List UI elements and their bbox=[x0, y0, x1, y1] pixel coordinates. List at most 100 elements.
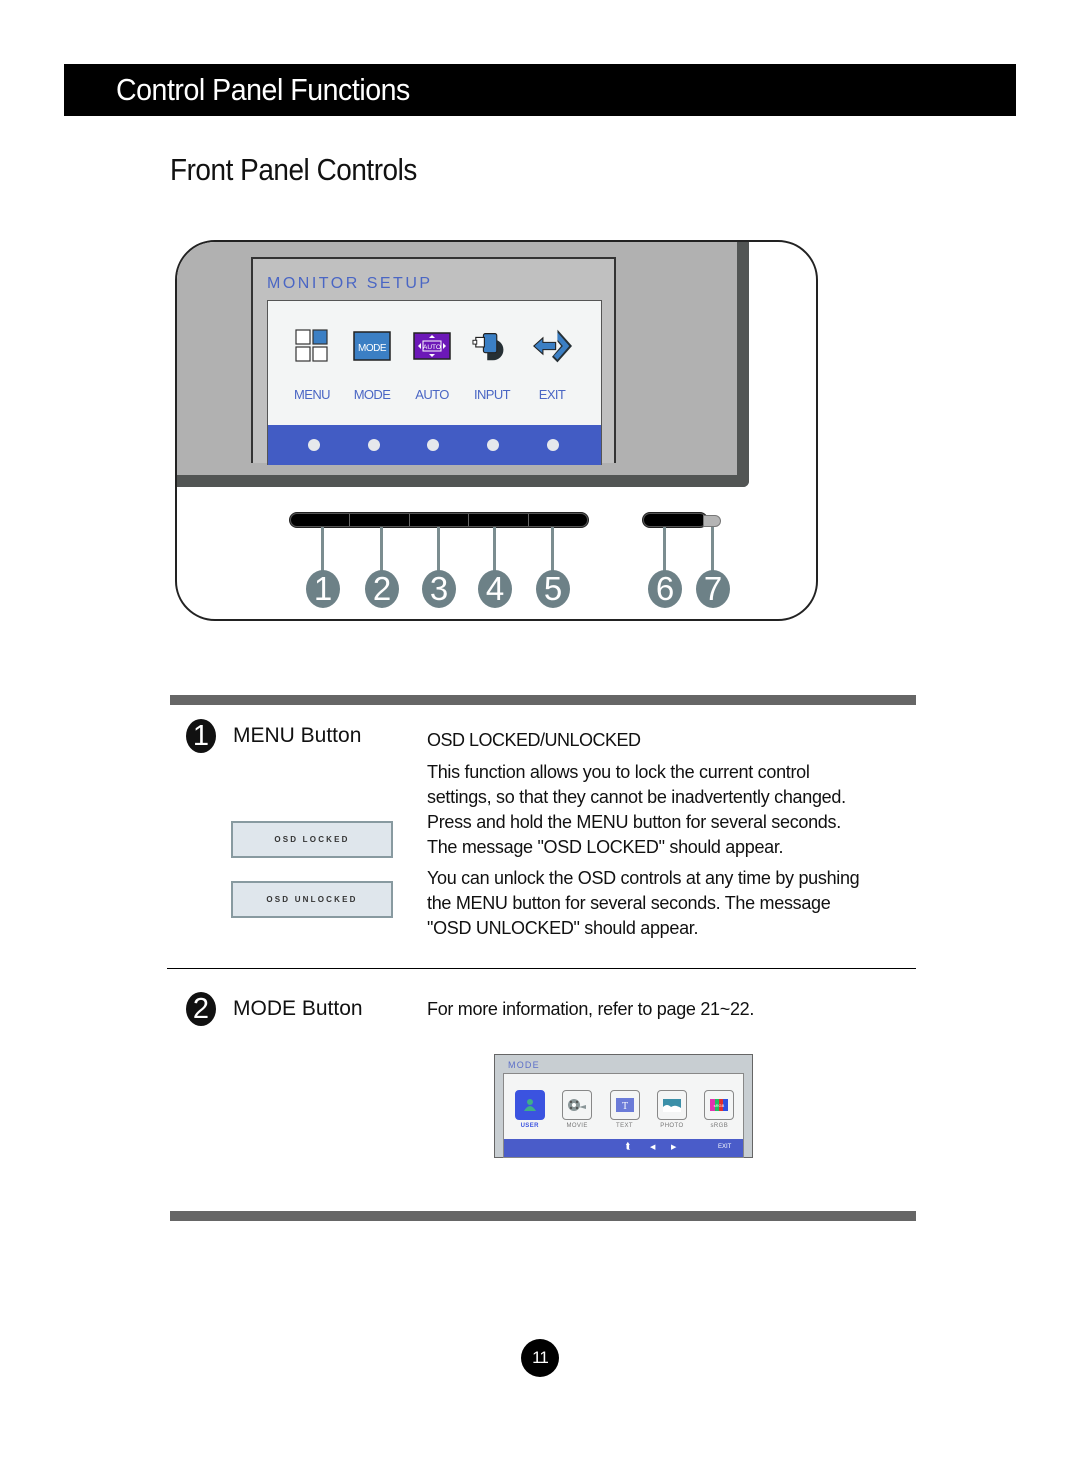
monitor-bezel: MONITOR SETUP MENU MODE MODE AUTO AUTO I… bbox=[177, 242, 749, 487]
number-badge: 1 bbox=[186, 719, 216, 753]
callout-line bbox=[551, 527, 554, 575]
mode-label: TEXT bbox=[616, 1123, 633, 1129]
osd-item-mode: MODE MODE bbox=[342, 329, 402, 402]
movie-reel-icon bbox=[562, 1090, 593, 1120]
indicator-dot bbox=[308, 439, 320, 451]
svg-text:sRGB: sRGB bbox=[714, 1103, 725, 1108]
mode-osd-title: MODE bbox=[508, 1060, 540, 1070]
callout-number-4: 4 bbox=[478, 570, 512, 608]
user-icon bbox=[514, 1090, 545, 1120]
mode-osd-bar: ⮬ ◀ ▶ EXIT bbox=[504, 1139, 743, 1157]
description-line: "OSD UNLOCKED" should appear. bbox=[427, 918, 699, 938]
indicator-dot bbox=[427, 439, 439, 451]
description-line: Press and hold the MENU button for sever… bbox=[427, 812, 841, 832]
input-connector-icon bbox=[472, 329, 512, 363]
osd-panel: MENU MODE MODE AUTO AUTO INPUT EXIT bbox=[267, 300, 602, 465]
monitor-setup-osd: MONITOR SETUP MENU MODE MODE AUTO AUTO I… bbox=[251, 257, 616, 465]
exit-arrow-icon bbox=[532, 329, 572, 363]
mode-label: MOVIE bbox=[566, 1123, 588, 1129]
mode-button-description: For more information, refer to page 21~2… bbox=[427, 999, 755, 1019]
mode-label: sRGB bbox=[710, 1123, 729, 1129]
front-button-3[interactable] bbox=[410, 514, 470, 526]
mode-label: USER bbox=[520, 1123, 539, 1129]
indicator-dot bbox=[487, 439, 499, 451]
item-divider bbox=[167, 968, 916, 969]
callout-line bbox=[380, 527, 383, 575]
left-arrow-icon: ◀ bbox=[650, 1144, 656, 1151]
mode-osd-screenshot: MODE USER MOVIE T TEXT PHOTO sRGB sRGB ⮬… bbox=[494, 1054, 753, 1158]
description-line: This function allows you to lock the cur… bbox=[427, 762, 810, 782]
description-line: The message "OSD LOCKED" should appear. bbox=[427, 837, 784, 857]
osd-label: EXIT bbox=[538, 387, 566, 402]
callout-number-5: 5 bbox=[536, 570, 570, 608]
power-button[interactable] bbox=[643, 513, 707, 527]
indicator-dot bbox=[368, 439, 380, 451]
description-line: the MENU button for several seconds. The… bbox=[427, 893, 831, 913]
photo-icon bbox=[656, 1090, 687, 1120]
page-number: 11 bbox=[521, 1339, 559, 1377]
auto-icon: AUTO bbox=[412, 329, 452, 363]
osd-title: MONITOR SETUP bbox=[267, 275, 433, 292]
osd-label: INPUT bbox=[473, 387, 511, 402]
callout-number-2: 2 bbox=[365, 570, 399, 608]
svg-text:AUTO: AUTO bbox=[423, 344, 441, 351]
osd-lock-heading: OSD LOCKED/UNLOCKED bbox=[427, 730, 641, 750]
callout-line bbox=[321, 527, 324, 575]
mode-item-movie: MOVIE bbox=[553, 1090, 600, 1129]
callout-line bbox=[437, 527, 440, 575]
menu-button-label: MENU Button bbox=[233, 724, 362, 747]
srgb-icon: sRGB bbox=[704, 1090, 735, 1120]
callout-line bbox=[663, 527, 666, 575]
osd-item-exit: EXIT bbox=[522, 329, 582, 402]
section-divider bbox=[170, 695, 916, 705]
mode-button-label: MODE Button bbox=[233, 997, 363, 1020]
menu-grid-icon bbox=[292, 329, 332, 363]
osd-button-indicator-bar bbox=[268, 425, 601, 465]
osd-item-input: INPUT bbox=[462, 329, 522, 402]
callout-number-7: 7 bbox=[696, 570, 730, 608]
menu-button-description: OSD LOCKED/UNLOCKED This function allows… bbox=[427, 728, 860, 941]
mode-osd-panel: USER MOVIE T TEXT PHOTO sRGB sRGB ⮬ ◀ ▶ … bbox=[503, 1073, 744, 1158]
mode-item-text: T TEXT bbox=[601, 1090, 648, 1129]
mode-item-user: USER bbox=[506, 1090, 553, 1129]
svg-text:T: T bbox=[621, 1101, 627, 1112]
mode-button-heading: 2 MODE Button bbox=[186, 992, 363, 1026]
menu-button-heading: 1 MENU Button bbox=[186, 719, 361, 753]
front-control-buttons[interactable] bbox=[290, 513, 588, 527]
indicator-dot bbox=[547, 439, 559, 451]
front-button-5[interactable] bbox=[529, 514, 587, 526]
callout-number-6: 6 bbox=[648, 570, 682, 608]
osd-label: AUTO bbox=[415, 387, 449, 402]
text-icon: T bbox=[609, 1090, 640, 1120]
osd-item-auto: AUTO AUTO bbox=[402, 329, 462, 402]
svg-text:MODE: MODE bbox=[358, 343, 387, 354]
description-line: settings, so that they cannot be inadver… bbox=[427, 787, 846, 807]
chapter-header: Control Panel Functions bbox=[64, 64, 1016, 116]
osd-locked-message: OSD LOCKED bbox=[231, 821, 393, 858]
description-line: You can unlock the OSD controls at any t… bbox=[427, 868, 860, 888]
front-button-4[interactable] bbox=[469, 514, 529, 526]
callout-line bbox=[493, 527, 496, 575]
osd-unlocked-message: OSD UNLOCKED bbox=[231, 881, 393, 918]
monitor-front-illustration: MONITOR SETUP MENU MODE MODE AUTO AUTO I… bbox=[175, 240, 818, 621]
osd-label: MENU bbox=[294, 387, 330, 402]
mode-osd-exit: EXIT bbox=[718, 1144, 732, 1150]
up-return-icon: ⮬ bbox=[626, 1141, 632, 1151]
mode-icon: MODE bbox=[352, 329, 392, 363]
callout-number-1: 1 bbox=[306, 570, 340, 608]
power-indicator-led bbox=[703, 515, 721, 527]
front-button-2[interactable] bbox=[350, 514, 410, 526]
mode-label: PHOTO bbox=[660, 1123, 684, 1129]
chapter-title: Control Panel Functions bbox=[116, 72, 410, 107]
osd-item-menu: MENU bbox=[282, 329, 342, 402]
osd-label: MODE bbox=[353, 387, 391, 402]
section-title: Front Panel Controls bbox=[170, 152, 417, 187]
mode-item-photo: PHOTO bbox=[648, 1090, 695, 1129]
mode-item-srgb: sRGB sRGB bbox=[696, 1090, 743, 1129]
right-arrow-icon: ▶ bbox=[671, 1144, 677, 1151]
section-divider bbox=[170, 1211, 916, 1221]
front-button-1[interactable] bbox=[291, 514, 351, 526]
number-badge: 2 bbox=[186, 992, 216, 1026]
callout-line bbox=[711, 527, 714, 575]
callout-number-3: 3 bbox=[422, 570, 456, 608]
